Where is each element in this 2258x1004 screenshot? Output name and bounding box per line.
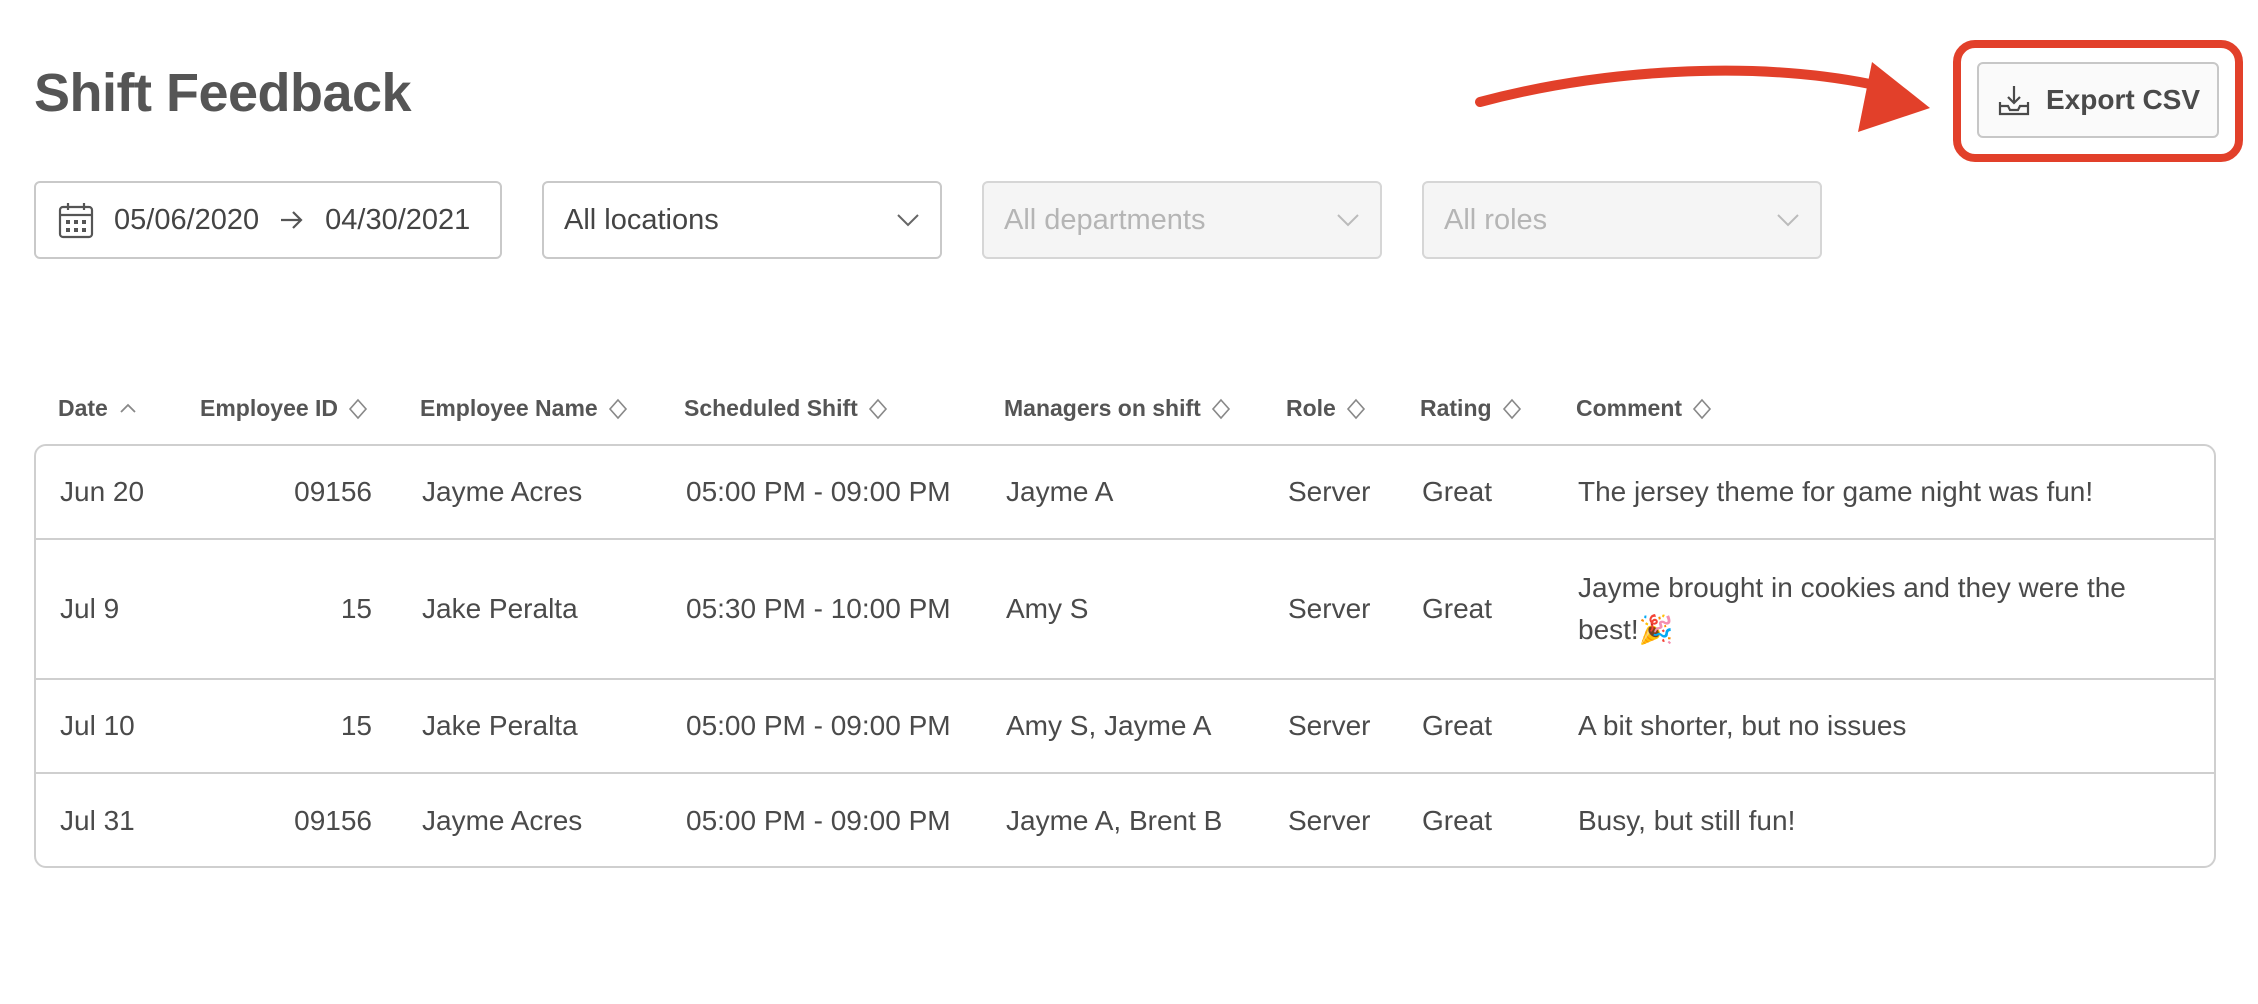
cell-comment: The jersey theme for game night was fun! [1578, 476, 2094, 507]
cell-scheduled-shift: 05:30 PM - 10:00 PM [686, 593, 951, 624]
column-header-comment[interactable]: Comment [1576, 395, 1712, 422]
date-end: 04/30/2021 [325, 203, 471, 236]
export-csv-label: Export CSV [2045, 84, 2201, 115]
cell-scheduled-shift: 05:00 PM - 09:00 PM [686, 476, 951, 507]
sort-unsorted-icon [1502, 398, 1521, 419]
cell-employee-name: Jayme Acres [422, 476, 583, 507]
cell-employee-name: Jayme Acres [422, 805, 583, 836]
column-header-employee-id[interactable]: Employee ID [200, 395, 368, 422]
column-header-date[interactable]: Date [58, 395, 138, 422]
column-header-role[interactable]: Role [1286, 395, 1366, 422]
cell-employee-id: 09156 [294, 476, 372, 507]
table-header: Date Employee ID Employee Name Scheduled… [34, 395, 2216, 425]
date-start: 05/06/2020 [114, 203, 260, 236]
export-csv-button[interactable]: Export CSV [1977, 62, 2219, 138]
arrow-right-icon [279, 209, 305, 231]
cell-managers: Jayme A, Brent B [1006, 805, 1223, 836]
cell-date: Jul 10 [60, 710, 135, 741]
cell-comment: Jayme brought in cookies and they were t… [1578, 572, 2126, 645]
cell-role: Server [1288, 593, 1371, 624]
chevron-down-icon [1337, 214, 1359, 227]
calendar-icon [58, 201, 94, 239]
cell-managers: Jayme A [1006, 476, 1114, 507]
chevron-down-icon [897, 214, 919, 227]
cell-role: Server [1288, 476, 1371, 507]
cell-rating: Great [1422, 476, 1493, 507]
table-row[interactable]: Jul 9 15 Jake Peralta 05:30 PM - 10:00 P… [36, 540, 2214, 680]
chevron-down-icon [1777, 214, 1799, 227]
table-row[interactable]: Jul 10 15 Jake Peralta 05:00 PM - 09:00 … [36, 680, 2214, 774]
column-header-label: Comment [1576, 395, 1683, 421]
cell-employee-id: 15 [340, 710, 372, 741]
column-header-employee-name[interactable]: Employee Name [420, 395, 628, 422]
column-header-label: Role [1286, 395, 1336, 421]
column-header-label: Scheduled Shift [684, 395, 858, 421]
cell-comment: A bit shorter, but no issues [1578, 710, 1907, 741]
sort-unsorted-icon [608, 398, 627, 419]
column-header-label: Date [58, 395, 108, 421]
cell-date: Jun 20 [60, 476, 145, 507]
cell-rating: Great [1422, 710, 1493, 741]
department-select[interactable]: All departments [982, 181, 1382, 259]
role-select[interactable]: All roles [1422, 181, 1822, 259]
cell-comment: Busy, but still fun! [1578, 805, 1796, 836]
sort-unsorted-icon [868, 398, 887, 419]
cell-managers: Amy S, Jayme A [1006, 710, 1212, 741]
page-title: Shift Feedback [34, 63, 412, 123]
column-header-label: Rating [1420, 395, 1492, 421]
cell-role: Server [1288, 805, 1371, 836]
annotation-arrow-icon [1475, 62, 1930, 132]
column-header-managers-on-shift[interactable]: Managers on shift [1004, 395, 1231, 422]
cell-scheduled-shift: 05:00 PM - 09:00 PM [686, 805, 951, 836]
column-header-scheduled-shift[interactable]: Scheduled Shift [684, 395, 888, 422]
date-range-picker[interactable]: 05/06/2020 04/30/2021 [34, 181, 502, 259]
location-select[interactable]: All locations [542, 181, 942, 259]
cell-employee-id: 09156 [294, 805, 372, 836]
cell-employee-name: Jake Peralta [422, 593, 578, 624]
table-row[interactable]: Jun 20 09156 Jayme Acres 05:00 PM - 09:0… [36, 446, 2214, 540]
cell-rating: Great [1422, 805, 1493, 836]
department-select-placeholder: All departments [1004, 203, 1206, 236]
cell-date: Jul 9 [60, 593, 120, 624]
cell-managers: Amy S [1006, 593, 1089, 624]
cell-rating: Great [1422, 593, 1493, 624]
download-tray-icon [1998, 86, 2030, 116]
table-row[interactable]: Jul 31 09156 Jayme Acres 05:00 PM - 09:0… [36, 774, 2214, 866]
sort-unsorted-icon [348, 398, 368, 419]
column-header-rating[interactable]: Rating [1420, 395, 1522, 422]
feedback-table: Jun 20 09156 Jayme Acres 05:00 PM - 09:0… [34, 444, 2216, 868]
sort-ascending-icon [120, 403, 136, 413]
cell-scheduled-shift: 05:00 PM - 09:00 PM [686, 710, 951, 741]
cell-date: Jul 31 [60, 805, 135, 836]
location-select-value: All locations [564, 203, 719, 236]
sort-unsorted-icon [1211, 398, 1230, 419]
cell-employee-id: 15 [340, 593, 372, 624]
cell-employee-name: Jake Peralta [422, 710, 578, 741]
cell-role: Server [1288, 710, 1371, 741]
role-select-placeholder: All roles [1444, 203, 1548, 236]
column-header-label: Employee ID [200, 395, 339, 421]
sort-unsorted-icon [1346, 398, 1365, 419]
column-header-label: Employee Name [420, 395, 598, 421]
column-header-label: Managers on shift [1004, 395, 1201, 421]
sort-unsorted-icon [1692, 398, 1712, 419]
